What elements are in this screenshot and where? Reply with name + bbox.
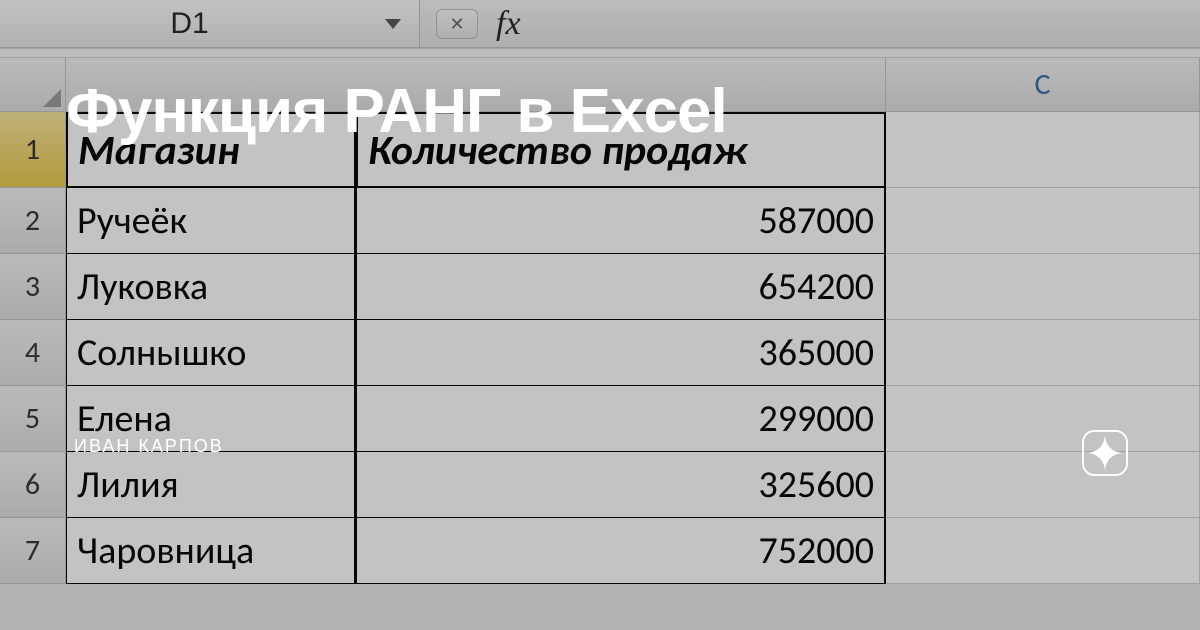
cell[interactable] <box>886 386 1200 452</box>
row-header[interactable]: 2 <box>0 188 66 254</box>
row-header[interactable]: 3 <box>0 254 66 320</box>
cancel-formula-button[interactable]: ✕ <box>436 9 478 39</box>
excel-window: D1 ✕ fx C 1 Магазин Количество продаж 2 … <box>0 0 1200 630</box>
cell-sales[interactable]: 587000 <box>356 188 886 254</box>
column-header-c[interactable]: C <box>886 58 1200 112</box>
cell-store[interactable]: Елена <box>66 386 356 452</box>
row-header[interactable]: 7 <box>0 518 66 584</box>
cell-sales[interactable]: 752000 <box>356 518 886 584</box>
cell[interactable] <box>886 518 1200 584</box>
row-header[interactable]: 6 <box>0 452 66 518</box>
ribbon-divider <box>0 48 1200 58</box>
cell[interactable] <box>886 320 1200 386</box>
formula-bar: D1 ✕ fx <box>0 0 1200 48</box>
row-header[interactable]: 1 <box>0 112 66 188</box>
name-box-value: D1 <box>0 7 379 41</box>
cell[interactable] <box>886 188 1200 254</box>
cell-store[interactable]: Солнышко <box>66 320 356 386</box>
fx-icon[interactable]: fx <box>496 5 521 43</box>
cell-store[interactable]: Ручеёк <box>66 188 356 254</box>
cell-sales[interactable]: 654200 <box>356 254 886 320</box>
row-header[interactable]: 5 <box>0 386 66 452</box>
select-all-corner[interactable] <box>0 58 66 112</box>
cell-sales[interactable]: 299000 <box>356 386 886 452</box>
table-header-store[interactable]: Магазин <box>66 112 356 188</box>
cell-sales[interactable]: 325600 <box>356 452 886 518</box>
table-header-sales[interactable]: Количество продаж <box>356 112 886 188</box>
row-header[interactable]: 4 <box>0 320 66 386</box>
chevron-down-icon[interactable] <box>385 19 401 29</box>
formula-controls: ✕ fx <box>420 0 521 47</box>
cell[interactable] <box>886 112 1200 188</box>
cell-store[interactable]: Лилия <box>66 452 356 518</box>
cell-store[interactable]: Луковка <box>66 254 356 320</box>
cell[interactable] <box>886 452 1200 518</box>
column-header-ab[interactable] <box>66 58 886 112</box>
cell[interactable] <box>886 254 1200 320</box>
name-box[interactable]: D1 <box>0 0 420 47</box>
cell-sales[interactable]: 365000 <box>356 320 886 386</box>
cell-store[interactable]: Чаровница <box>66 518 356 584</box>
spreadsheet-grid[interactable]: C 1 Магазин Количество продаж 2 Ручеёк 5… <box>0 58 1200 584</box>
